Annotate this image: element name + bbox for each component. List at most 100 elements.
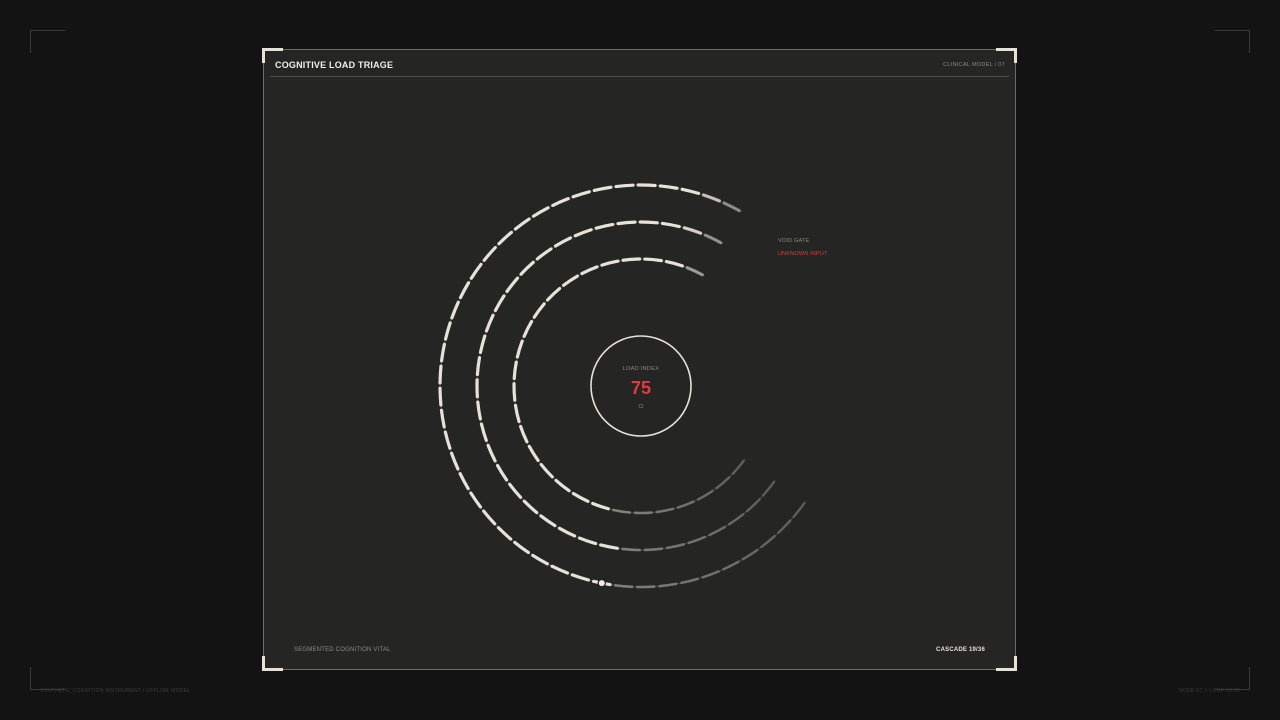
ring-1-segment — [760, 534, 776, 549]
ring-3-segment — [512, 360, 518, 381]
ring-1-segment — [658, 582, 678, 588]
ring-3-segment — [664, 259, 684, 268]
ring-1-segment — [443, 321, 452, 341]
ring-2-segment — [476, 400, 482, 421]
ring-3-segment — [591, 501, 610, 511]
ring-1-segment — [592, 185, 613, 193]
ring-2-segment — [557, 526, 577, 538]
frame-corner-bottom-left — [30, 667, 65, 690]
ring-2-segment — [573, 228, 593, 238]
ring-2-segment — [495, 463, 509, 482]
ring-2-segment — [665, 543, 686, 550]
ring-2-segment — [616, 220, 637, 226]
ring-1-segment — [722, 201, 741, 213]
unknown-input-status: UNKNOWN INPUT — [778, 251, 828, 257]
ring-3-segment — [571, 491, 590, 503]
ring-3-segment — [676, 500, 695, 509]
ring-1-segment — [551, 197, 570, 207]
ring-3-segment — [522, 319, 534, 338]
page-footer-right: NODE 07 // LOOP 19.36 — [1179, 688, 1240, 694]
ring-1-segment — [614, 584, 634, 589]
ring-1-segment — [513, 540, 530, 555]
ring-1-segment — [777, 519, 792, 534]
ring-1-segment — [469, 262, 483, 280]
ring-3-segment — [612, 508, 632, 514]
ring-2-segment — [479, 422, 488, 442]
ring-3-segment — [715, 476, 731, 490]
gauge-position-marker[interactable] — [597, 578, 606, 588]
ring-1-segment — [571, 190, 591, 199]
ring-2-segment — [621, 547, 641, 552]
ring-1-segment — [570, 573, 591, 582]
triage-panel: COGNITIVE LOAD TRIAGE CLINICAL MODEL / 0… — [262, 48, 1017, 671]
ring-1-segment — [438, 386, 443, 407]
page-footer-left: SYNTHETIC COGNITION INSTRUMENT / OFFLINE… — [40, 688, 191, 694]
frame-corner-bottom-right — [1215, 667, 1250, 690]
ring-1-segment — [614, 183, 635, 189]
ring-3-segment — [519, 424, 529, 444]
ring-3-segment — [685, 266, 704, 277]
cognition-gauge: LOAD INDEX 75 CI VOID GATE UNKNOWN INPUT — [438, 183, 828, 589]
ring-1-segment — [469, 491, 483, 509]
ring-2-segment — [577, 536, 598, 546]
frame-corner-top-right — [1215, 30, 1250, 53]
ring-1-segment — [550, 564, 570, 575]
ring-1-segment — [701, 570, 720, 579]
ring-3-segment — [546, 286, 562, 302]
ring-1-segment — [443, 430, 452, 450]
ring-3-segment — [696, 489, 714, 501]
frame-corner-top-left — [30, 30, 65, 53]
ring-3-segment — [512, 382, 517, 402]
ring-1-segment — [680, 577, 700, 585]
ring-1-segment — [497, 230, 513, 246]
ring-2-segment — [486, 443, 497, 463]
ring-2-segment — [660, 221, 681, 229]
ring-2-segment — [599, 543, 619, 550]
ring-1-segment — [458, 281, 471, 300]
ring-3-segment — [554, 478, 571, 493]
load-index-label: LOAD INDEX — [623, 366, 659, 372]
ring-2-segment — [484, 313, 495, 333]
ring-1-segment — [741, 548, 759, 561]
ring-2-segment — [539, 514, 557, 528]
ring-1-segment — [496, 526, 513, 541]
ring-2-segment — [522, 499, 539, 515]
ring-2-segment — [727, 513, 745, 526]
void-gate-label: VOID GATE — [778, 238, 809, 244]
ring-3-segment — [527, 444, 540, 462]
ring-2-segment — [745, 498, 761, 513]
ring-3-segment — [515, 339, 524, 359]
ring-2-segment — [643, 547, 664, 552]
ring-3-segment — [532, 302, 546, 319]
panel-footer-label: SEGMENTED COGNITION VITAL — [294, 647, 391, 653]
ring-3-segment — [643, 257, 663, 263]
ring-1-segment — [438, 364, 443, 385]
ring-2-segment — [553, 236, 573, 248]
ring-3-segment — [513, 403, 521, 424]
ring-2-segment — [687, 535, 707, 545]
ring-2-segment — [535, 247, 553, 261]
cascade-counter: CASCADE 19/36 — [936, 647, 985, 653]
ring-2-segment — [638, 220, 659, 225]
load-index-unit: CI — [639, 404, 644, 410]
ring-1-segment — [792, 502, 806, 518]
ring-2-segment — [594, 222, 615, 230]
ring-1-segment — [722, 560, 740, 571]
ring-2-segment — [519, 260, 535, 276]
ring-2-segment — [703, 233, 723, 245]
ring-1-segment — [513, 217, 531, 231]
ring-1-segment — [658, 184, 679, 190]
ring-2-segment — [505, 276, 520, 294]
ring-1-segment — [439, 342, 446, 363]
ring-1-segment — [458, 472, 470, 491]
ring-1-segment — [531, 553, 549, 566]
ring-1-segment — [439, 408, 446, 429]
ring-3-segment — [731, 459, 745, 475]
ring-3-segment — [539, 462, 554, 479]
ring-2-segment — [493, 294, 506, 313]
ring-2-segment — [682, 226, 703, 235]
screen: SYNTHETIC COGNITION INSTRUMENT / OFFLINE… — [0, 0, 1280, 720]
ring-2-segment — [761, 480, 776, 497]
ring-3-segment — [600, 259, 620, 267]
ring-1-segment — [450, 300, 460, 320]
